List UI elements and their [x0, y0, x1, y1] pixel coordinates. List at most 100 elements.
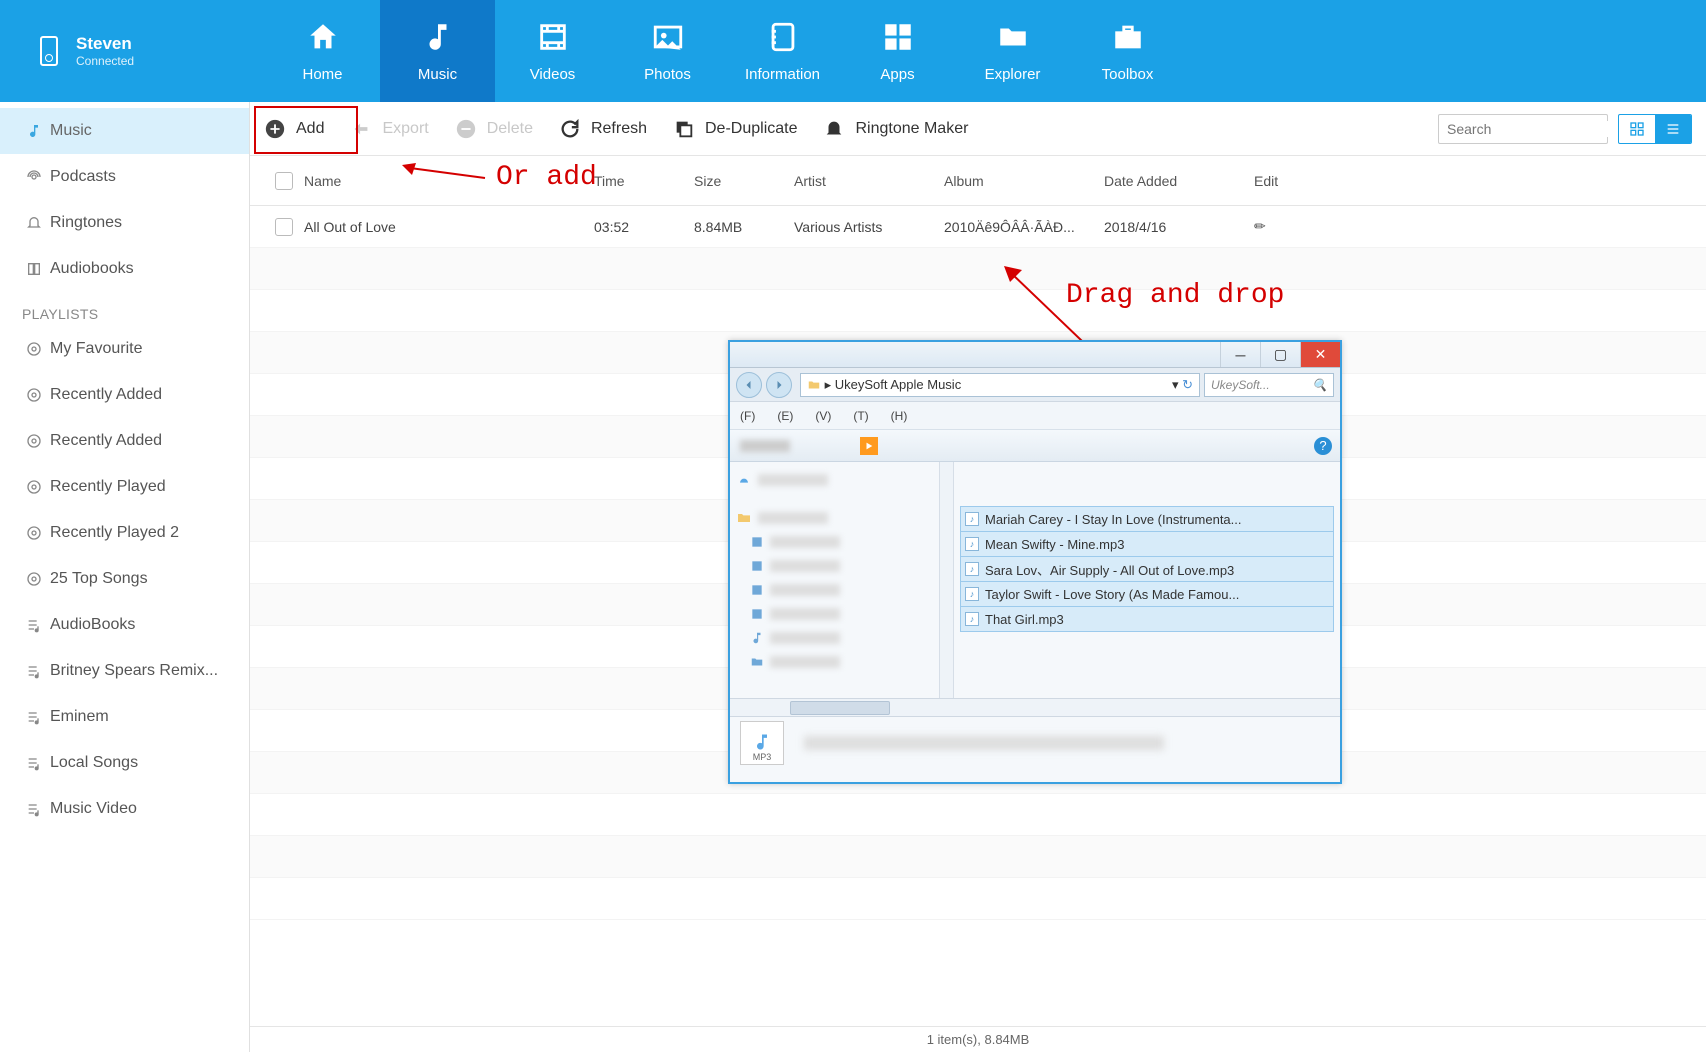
back-button[interactable] — [736, 372, 762, 398]
playlist-label: AudioBooks — [50, 616, 135, 634]
playlist-icon — [24, 569, 44, 589]
col-date[interactable]: Date Added — [1104, 173, 1254, 189]
nav-explorer[interactable]: Explorer — [955, 0, 1070, 102]
col-time[interactable]: Time — [594, 173, 694, 189]
nav-information-label: Information — [745, 66, 820, 83]
window-titlebar[interactable]: ─ ▢ ✕ — [730, 342, 1340, 368]
drive-e[interactable]: (E) — [777, 409, 793, 423]
cell-size: 8.84MB — [694, 219, 794, 235]
file-item[interactable]: ♪Taylor Swift - Love Story (As Made Famo… — [960, 581, 1334, 607]
table-header: Name Time Size Artist Album Date Added E… — [250, 156, 1706, 206]
explorer-search[interactable]: UkeySoft... 🔍 — [1204, 373, 1334, 397]
grid-view-button[interactable] — [1619, 115, 1655, 143]
nav-home[interactable]: Home — [265, 0, 380, 102]
playlist-icon — [24, 385, 44, 405]
mp3-label: MP3 — [753, 752, 772, 762]
deduplicate-button[interactable]: De-Duplicate — [673, 118, 797, 140]
music-note-icon — [24, 121, 44, 141]
drive-v[interactable]: (V) — [815, 409, 831, 423]
list-view-button[interactable] — [1655, 115, 1691, 143]
sidebar-podcasts[interactable]: Podcasts — [0, 154, 249, 200]
export-button[interactable]: Export — [350, 118, 428, 140]
playlist-item[interactable]: AudioBooks — [0, 602, 249, 648]
maximize-button[interactable]: ▢ — [1260, 342, 1300, 367]
nav-videos[interactable]: Videos — [495, 0, 610, 102]
explorer-drives: (F) (E) (V) (T) (H) — [730, 402, 1340, 430]
table-row[interactable]: All Out of Love 03:52 8.84MB Various Art… — [250, 206, 1706, 248]
nav-photos-label: Photos — [644, 66, 691, 83]
drive-t[interactable]: (T) — [853, 409, 868, 423]
bell-icon — [24, 213, 44, 233]
playlist-item[interactable]: Eminem — [0, 694, 249, 740]
file-item[interactable]: ♪Sara Lov、Air Supply - All Out of Love.m… — [960, 556, 1334, 582]
explorer-tree[interactable] — [730, 462, 940, 698]
cell-date: 2018/4/16 — [1104, 219, 1254, 235]
file-item[interactable]: ♪Mean Swifty - Mine.mp3 — [960, 531, 1334, 557]
search-input[interactable] — [1447, 121, 1628, 137]
nav-photos[interactable]: Photos — [610, 0, 725, 102]
playlist-item[interactable]: Music Video — [0, 786, 249, 832]
close-button[interactable]: ✕ — [1300, 342, 1340, 367]
row-checkbox[interactable] — [264, 218, 304, 236]
playlist-icon — [24, 753, 44, 773]
playlist-item[interactable]: Recently Played — [0, 464, 249, 510]
select-all-checkbox[interactable] — [264, 172, 304, 190]
cell-time: 03:52 — [594, 219, 694, 235]
col-edit[interactable]: Edit — [1254, 173, 1314, 189]
sidebar-ringtones[interactable]: Ringtones — [0, 200, 249, 246]
nav-information[interactable]: Information — [725, 0, 840, 102]
address-field[interactable]: ▸ UkeySoft Apple Music ▾ ↻ — [800, 373, 1200, 397]
file-item[interactable]: ♪That Girl.mp3 — [960, 606, 1334, 632]
view-toggle[interactable] — [1618, 114, 1692, 144]
drive-h[interactable]: (H) — [891, 409, 908, 423]
playlist-label: Recently Played — [50, 478, 166, 496]
add-button[interactable]: Add — [264, 118, 324, 140]
device-name: Steven — [76, 34, 134, 54]
sidebar-music[interactable]: Music — [0, 108, 249, 154]
audio-file-icon: ♪ — [965, 512, 979, 526]
edit-button[interactable]: ✏ — [1254, 218, 1314, 235]
search-box[interactable] — [1438, 114, 1608, 144]
delete-button[interactable]: Delete — [455, 118, 533, 140]
nav-toolbox[interactable]: Toolbox — [1070, 0, 1185, 102]
explorer-file-list[interactable]: ♪Mariah Carey - I Stay In Love (Instrume… — [954, 462, 1340, 698]
file-name: Mean Swifty - Mine.mp3 — [985, 537, 1124, 552]
sidebar-audiobooks[interactable]: Audiobooks — [0, 246, 249, 292]
col-size[interactable]: Size — [694, 173, 794, 189]
refresh-button[interactable]: Refresh — [559, 118, 647, 140]
playlist-item[interactable]: Local Songs — [0, 740, 249, 786]
explorer-scrollbar[interactable] — [730, 698, 1340, 716]
nav-apps[interactable]: Apps — [840, 0, 955, 102]
minimize-button[interactable]: ─ — [1220, 342, 1260, 367]
playlist-item[interactable]: Recently Played 2 — [0, 510, 249, 556]
col-album[interactable]: Album — [944, 173, 1104, 189]
delete-label: Delete — [487, 120, 533, 138]
drive-f[interactable]: (F) — [740, 409, 755, 423]
playlist-item[interactable]: 25 Top Songs — [0, 556, 249, 602]
mp3-file-icon: MP3 — [740, 721, 784, 765]
app-header: Steven Connected Home Music Videos Photo… — [0, 0, 1706, 102]
deduplicate-label: De-Duplicate — [705, 120, 797, 138]
playlist-label: Eminem — [50, 708, 109, 726]
playlist-icon — [24, 523, 44, 543]
playlist-item[interactable]: Britney Spears Remix... — [0, 648, 249, 694]
toolbox-icon — [1111, 20, 1145, 54]
playlist-label: Recently Played 2 — [50, 524, 179, 542]
ringtone-icon — [823, 118, 845, 140]
explorer-path: UkeySoft Apple Music — [835, 377, 961, 392]
help-icon[interactable]: ? — [1314, 437, 1332, 455]
file-item[interactable]: ♪Mariah Carey - I Stay In Love (Instrume… — [960, 506, 1334, 532]
col-name[interactable]: Name — [304, 173, 594, 189]
ringtone-maker-button[interactable]: Ringtone Maker — [823, 118, 968, 140]
playlist-item[interactable]: Recently Added — [0, 418, 249, 464]
play-icon[interactable] — [860, 437, 878, 455]
col-artist[interactable]: Artist — [794, 173, 944, 189]
forward-button[interactable] — [766, 372, 792, 398]
playlist-icon — [24, 339, 44, 359]
device-panel[interactable]: Steven Connected — [0, 0, 265, 102]
playlist-item[interactable]: My Favourite — [0, 326, 249, 372]
nav-music[interactable]: Music — [380, 0, 495, 102]
file-explorer-window[interactable]: ─ ▢ ✕ ▸ UkeySoft Apple Music ▾ ↻ UkeySof… — [728, 340, 1342, 784]
audio-file-icon: ♪ — [965, 562, 979, 576]
playlist-item[interactable]: Recently Added — [0, 372, 249, 418]
